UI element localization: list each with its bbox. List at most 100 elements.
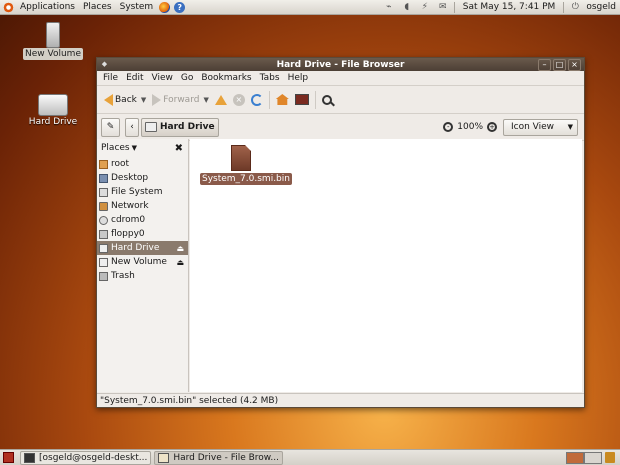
window-controls: – □ × [538, 58, 581, 71]
taskbar-item-terminal[interactable]: [osgeld@osgeld-deskt... [20, 450, 152, 465]
up-button[interactable] [212, 89, 230, 111]
menu-view[interactable]: View [148, 71, 177, 85]
reload-icon [250, 93, 263, 106]
help-launcher-icon[interactable]: ? [174, 1, 186, 13]
file-view[interactable]: System_7.0.smi.bin [190, 139, 582, 392]
forward-button[interactable]: Forward ▼ [149, 89, 212, 111]
volume-tray-icon[interactable]: ◖ [402, 2, 412, 12]
menu-go[interactable]: Go [177, 71, 197, 85]
drive-icon [99, 243, 108, 253]
filesystem-icon [99, 187, 108, 197]
window-titlebar[interactable]: ◆ Hard Drive - File Browser – □ × [97, 58, 584, 71]
eject-icon[interactable]: ⏏ [176, 244, 184, 253]
sidebar-item-cdrom0[interactable]: cdrom0 [97, 213, 188, 227]
minimize-button[interactable]: – [538, 58, 551, 71]
up-arrow-icon [214, 94, 227, 105]
reload-button[interactable] [248, 89, 266, 111]
desktop-icon-hard-drive[interactable]: Hard Drive [23, 94, 83, 128]
desktop-icon-new-volume[interactable]: New Volume [23, 22, 83, 60]
sidebar-item-label: Network [111, 201, 149, 211]
zoom-in-icon[interactable]: + [487, 122, 497, 132]
back-label: Back [115, 94, 137, 105]
clock[interactable]: Sat May 15, 7:41 PM [457, 2, 562, 12]
sidebar-item-desktop[interactable]: Desktop [97, 171, 188, 185]
menu-file[interactable]: File [99, 71, 122, 85]
user-name[interactable]: osgeld [584, 2, 620, 12]
stop-button[interactable]: × [230, 89, 248, 111]
network-tray-icon[interactable]: ⌁ [384, 2, 394, 12]
forward-history-dropdown[interactable]: ▼ [203, 96, 208, 104]
zoom-out-icon[interactable]: - [443, 122, 454, 132]
notification-tray-icon[interactable]: ✉ [438, 2, 448, 12]
chevron-down-icon: ▼ [131, 144, 138, 152]
back-history-dropdown[interactable]: ▼ [141, 96, 146, 104]
pencil-icon: ✎ [106, 122, 115, 132]
menu-edit[interactable]: Edit [122, 71, 147, 85]
floppy-icon [99, 229, 108, 239]
toolbar-separator [314, 90, 316, 109]
location-bar: ✎ ‹ Hard Drive - 100% + Icon View ▼ [97, 114, 584, 141]
sidebar-title: Places [101, 143, 130, 153]
system-tray: ⌁ ◖ ⚡ ✉ Sat May 15, 7:41 PM ⏻ osgeld [380, 0, 620, 14]
sidebar-item-label: Trash [111, 271, 135, 281]
tray-separator [563, 1, 565, 13]
forward-label: Forward [163, 94, 200, 105]
sidebar-item-floppy0[interactable]: floppy0 [97, 227, 188, 241]
user-power-icon[interactable]: ⏻ [570, 2, 580, 12]
menu-help[interactable]: Help [284, 71, 313, 85]
power-tray-icon[interactable]: ⚡ [420, 2, 430, 12]
search-button[interactable] [319, 89, 335, 111]
breadcrumb-scroll-left-button[interactable]: ‹ [125, 117, 139, 137]
sidebar-item-label: File System [111, 187, 163, 197]
home-icon [275, 94, 289, 105]
ubuntu-logo-icon[interactable] [3, 1, 14, 13]
network-icon [99, 201, 108, 211]
applications-menu[interactable]: Applications [16, 0, 79, 14]
sidebar-item-hard-drive[interactable]: Hard Drive ⏏ [97, 241, 188, 255]
toggle-location-entry-button[interactable]: ✎ [101, 117, 120, 137]
hard-drive-icon [38, 94, 68, 116]
sidebar-header[interactable]: Places ▼ ✖ [97, 139, 188, 157]
system-menu[interactable]: System [116, 0, 158, 14]
back-arrow-icon [104, 93, 113, 106]
breadcrumb-hard-drive[interactable]: Hard Drive [141, 117, 219, 137]
computer-button[interactable] [292, 89, 312, 111]
sidebar-item-file-system[interactable]: File System [97, 185, 188, 199]
show-desktop-icon[interactable] [3, 452, 14, 463]
sidebar-item-trash[interactable]: Trash [97, 269, 188, 283]
sidebar-item-network[interactable]: Network [97, 199, 188, 213]
menu-tabs[interactable]: Tabs [256, 71, 284, 85]
forward-arrow-icon [152, 93, 162, 106]
maximize-button[interactable]: □ [553, 58, 566, 71]
terminal-icon [24, 452, 35, 463]
taskbar-item-file-browser[interactable]: Hard Drive - File Brow... [154, 450, 283, 465]
workspace-1[interactable] [566, 451, 584, 464]
zoom-level[interactable]: 100% [457, 122, 483, 132]
view-mode-select[interactable]: Icon View ▼ [503, 118, 578, 136]
file-item[interactable]: System_7.0.smi.bin [200, 145, 292, 185]
folder-icon [158, 452, 170, 463]
toolbar: Back ▼ Forward ▼ × [97, 86, 584, 114]
drive-icon [99, 257, 108, 267]
stop-icon: × [232, 93, 245, 106]
firefox-launcher-icon[interactable] [159, 1, 171, 13]
close-sidebar-icon[interactable]: ✖ [175, 143, 183, 154]
zoom-control: - 100% + Icon View ▼ [443, 118, 584, 136]
sidebar-item-label: root [111, 159, 130, 169]
menu-bookmarks[interactable]: Bookmarks [197, 71, 255, 85]
home-button[interactable] [273, 89, 292, 111]
trash-applet-icon[interactable] [605, 452, 615, 463]
back-button[interactable]: Back ▼ [101, 89, 149, 111]
sidebar-item-root[interactable]: root [97, 157, 188, 171]
eject-icon[interactable]: ⏏ [176, 258, 184, 267]
trash-icon [99, 271, 108, 281]
top-panel: Applications Places System ? ⌁ ◖ ⚡ ✉ Sat… [0, 0, 620, 15]
sidebar-item-label: cdrom0 [111, 215, 146, 225]
places-menu[interactable]: Places [79, 0, 116, 14]
cdrom-icon [99, 215, 108, 225]
toolbar-separator [268, 90, 270, 109]
status-bar: "System_7.0.smi.bin" selected (4.2 MB) [97, 393, 584, 407]
workspace-2[interactable] [584, 451, 602, 464]
sidebar-item-new-volume[interactable]: New Volume ⏏ [97, 255, 188, 269]
close-button[interactable]: × [568, 58, 581, 71]
